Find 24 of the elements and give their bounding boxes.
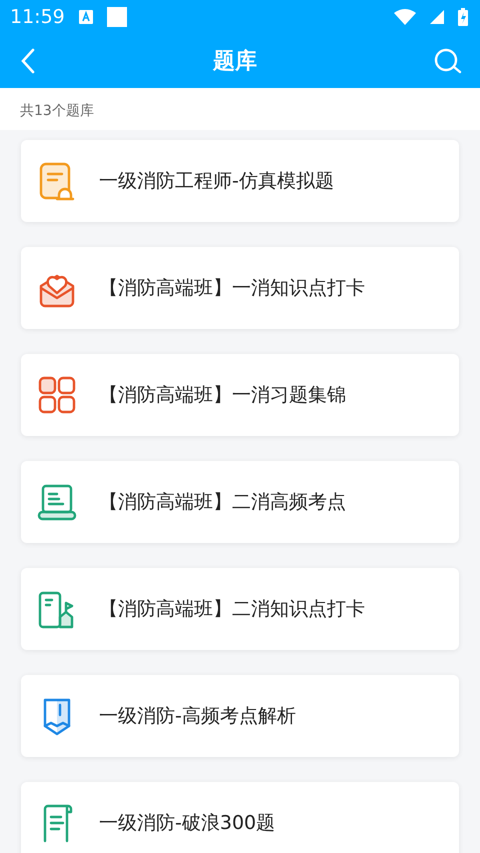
question-bank-card[interactable]: 一级消防-破浪300题 [21, 782, 459, 853]
question-bank-card[interactable]: 【消防高端班】一消知识点打卡 [21, 247, 459, 329]
status-time: 11:59 [10, 6, 65, 28]
keyboard-icon [78, 10, 93, 24]
square-icon [106, 7, 127, 27]
page-title: 题库 [213, 48, 257, 76]
search-icon[interactable] [434, 48, 462, 74]
signal-icon [430, 10, 444, 24]
bank-title: 【消防高端班】二消高频考点 [99, 490, 346, 515]
bank-title: 【消防高端班】二消知识点打卡 [99, 597, 365, 622]
battery-icon [458, 8, 468, 26]
bank-title: 一级消防工程师-仿真模拟题 [99, 169, 334, 194]
bank-title: 【消防高端班】一消习题集锦 [99, 383, 346, 408]
bank-title: 一级消防-破浪300题 [99, 811, 276, 836]
wifi-icon [394, 9, 416, 25]
bank-title: 【消防高端班】一消知识点打卡 [99, 276, 365, 301]
question-bank-card[interactable]: 【消防高端班】一消习题集锦 [21, 354, 459, 436]
question-bank-card[interactable]: 一级消防工程师-仿真模拟题 [21, 140, 459, 222]
question-bank-card[interactable]: 【消防高端班】二消高频考点 [21, 461, 459, 543]
bank-title: 一级消防-高频考点解析 [99, 704, 296, 729]
question-bank-card[interactable]: 【消防高端班】二消知识点打卡 [21, 568, 459, 650]
question-bank-card[interactable]: 一级消防-高频考点解析 [21, 675, 459, 757]
bank-count: 共13个题库 [0, 88, 480, 130]
back-icon[interactable] [20, 48, 36, 74]
